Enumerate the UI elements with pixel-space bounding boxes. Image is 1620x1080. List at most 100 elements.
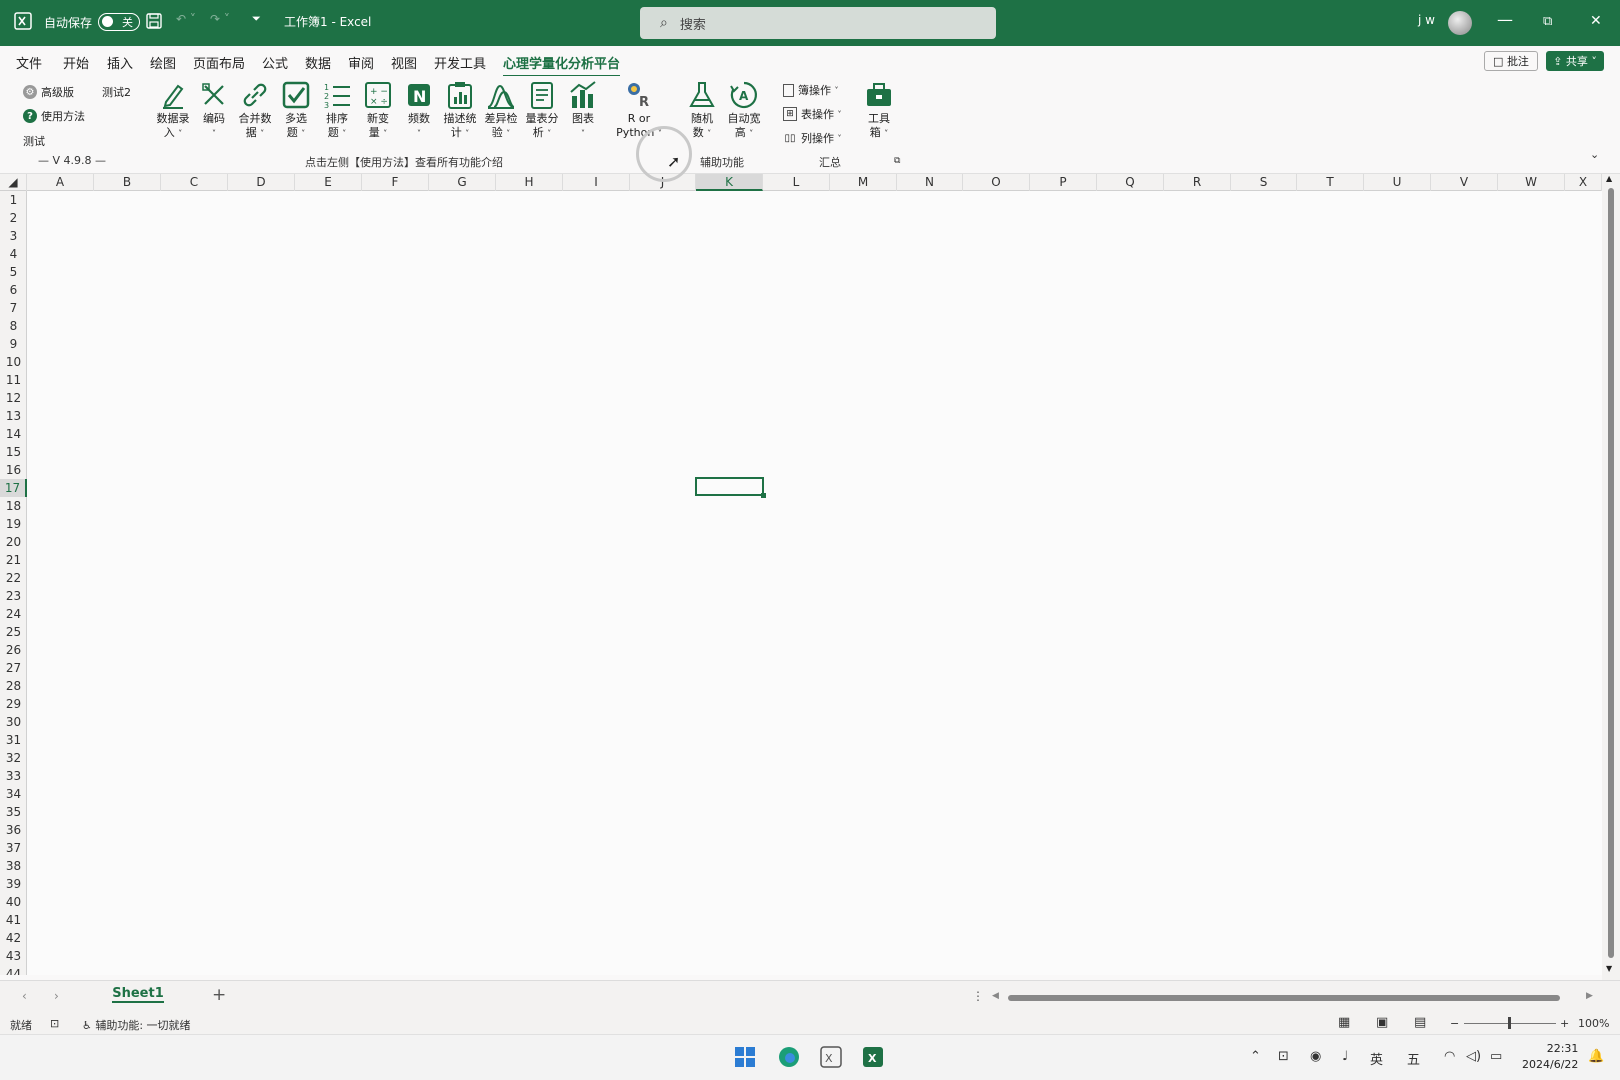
- zoom-out-icon[interactable]: −: [1450, 1017, 1459, 1030]
- tab-file[interactable]: 文件: [16, 53, 42, 72]
- wifi-icon[interactable]: ◠: [1444, 1049, 1455, 1064]
- collapse-ribbon-icon[interactable]: ⌄: [1590, 148, 1599, 161]
- column-header[interactable]: Q: [1097, 174, 1164, 191]
- column-header[interactable]: X: [1565, 174, 1602, 191]
- column-header[interactable]: N: [897, 174, 963, 191]
- column-header[interactable]: B: [94, 174, 161, 191]
- row-header[interactable]: 41: [0, 911, 27, 929]
- tab-draw[interactable]: 绘图: [150, 53, 176, 72]
- worksheet-grid[interactable]: [27, 191, 1602, 975]
- edge-browser-icon[interactable]: [776, 1044, 802, 1070]
- column-header[interactable]: P: [1030, 174, 1097, 191]
- excel-taskbar-icon-2[interactable]: X: [860, 1044, 886, 1070]
- advanced-button[interactable]: ⚙ 高级版: [23, 84, 74, 100]
- column-header[interactable]: M: [830, 174, 897, 191]
- column-header[interactable]: A: [27, 174, 94, 191]
- column-header[interactable]: I: [563, 174, 630, 191]
- sort-question-button[interactable]: 123 排序题 ˅: [316, 80, 358, 141]
- sheet-prev-icon[interactable]: ‹: [22, 989, 27, 1003]
- column-header[interactable]: V: [1431, 174, 1498, 191]
- select-all-corner[interactable]: ◢: [0, 174, 27, 191]
- frequency-button[interactable]: N 频数 ˅: [398, 80, 440, 141]
- row-header[interactable]: 12: [0, 389, 27, 407]
- tray-app-icon[interactable]: ⊡: [1278, 1049, 1289, 1064]
- tray-penguin-icon[interactable]: ◉: [1310, 1049, 1321, 1064]
- row-header[interactable]: 3: [0, 227, 27, 245]
- row-header[interactable]: 42: [0, 929, 27, 947]
- data-entry-button[interactable]: 数据录入 ˅: [152, 80, 194, 141]
- tab-home[interactable]: 开始: [63, 53, 89, 72]
- row-header[interactable]: 32: [0, 749, 27, 767]
- workbook-ops-button[interactable]: 簿操作 ˅: [783, 82, 839, 98]
- row-header[interactable]: 20: [0, 533, 27, 551]
- row-header[interactable]: 10: [0, 353, 27, 371]
- tab-view[interactable]: 视图: [391, 53, 417, 72]
- page-layout-view-icon[interactable]: ▣: [1376, 1015, 1388, 1030]
- row-header[interactable]: 24: [0, 605, 27, 623]
- row-header[interactable]: 14: [0, 425, 27, 443]
- column-header[interactable]: T: [1297, 174, 1364, 191]
- zoom-in-icon[interactable]: +: [1560, 1017, 1569, 1030]
- autofit-button[interactable]: A 自动宽高 ˅: [723, 80, 765, 141]
- new-variable-button[interactable]: + − × ÷ 新变量 ˅: [357, 80, 399, 141]
- row-header[interactable]: 18: [0, 497, 27, 515]
- tab-page-layout[interactable]: 页面布局: [193, 53, 245, 72]
- horizontal-scroll-thumb[interactable]: [1008, 995, 1560, 1001]
- row-header[interactable]: 13: [0, 407, 27, 425]
- row-header[interactable]: 11: [0, 371, 27, 389]
- tab-review[interactable]: 审阅: [348, 53, 374, 72]
- tab-insert[interactable]: 插入: [107, 53, 133, 72]
- column-header[interactable]: F: [362, 174, 429, 191]
- zoom-slider-handle[interactable]: [1508, 1017, 1511, 1029]
- tab-data[interactable]: 数据: [305, 53, 331, 72]
- row-header[interactable]: 30: [0, 713, 27, 731]
- vertical-scroll-thumb[interactable]: [1608, 188, 1614, 958]
- scroll-down-icon[interactable]: ▼: [1606, 964, 1612, 973]
- close-button[interactable]: ✕: [1590, 13, 1602, 29]
- microphone-icon[interactable]: ♩: [1342, 1049, 1348, 1064]
- difference-test-button[interactable]: 差异检验 ˅: [480, 80, 522, 141]
- row-header[interactable]: 22: [0, 569, 27, 587]
- column-ops-button[interactable]: ▯▯ 列操作 ˅: [783, 130, 841, 146]
- row-header[interactable]: 26: [0, 641, 27, 659]
- column-header[interactable]: S: [1231, 174, 1297, 191]
- row-header[interactable]: 25: [0, 623, 27, 641]
- row-header[interactable]: 23: [0, 587, 27, 605]
- tab-psych-platform[interactable]: 心理学量化分析平台: [503, 53, 621, 78]
- usage-button[interactable]: ? 使用方法: [23, 108, 85, 124]
- active-cell[interactable]: [695, 477, 766, 498]
- volume-icon[interactable]: ◁): [1466, 1049, 1481, 1064]
- accessibility-status[interactable]: ♿ 辅助功能: 一切就绪: [82, 1017, 191, 1033]
- sheet-ops-button[interactable]: ⊞ 表操作 ˅: [783, 106, 842, 122]
- random-number-button[interactable]: 随机数 ˅: [681, 80, 723, 141]
- tab-formulas[interactable]: 公式: [262, 53, 288, 72]
- macro-record-icon[interactable]: ⊡: [50, 1017, 59, 1030]
- row-header[interactable]: 35: [0, 803, 27, 821]
- taskbar-clock[interactable]: 22:31 2024/6/22: [1522, 1041, 1578, 1073]
- column-header[interactable]: R: [1164, 174, 1231, 191]
- row-header[interactable]: 16: [0, 461, 27, 479]
- row-header-selected[interactable]: 17: [0, 479, 27, 497]
- multi-choice-button[interactable]: 多选题 ˅: [275, 80, 317, 141]
- column-header[interactable]: W: [1498, 174, 1565, 191]
- column-header[interactable]: L: [763, 174, 830, 191]
- save-icon[interactable]: [146, 13, 162, 29]
- row-header[interactable]: 29: [0, 695, 27, 713]
- row-header[interactable]: 21: [0, 551, 27, 569]
- merge-data-button[interactable]: 合并数据 ˅: [234, 80, 276, 141]
- hscroll-right-icon[interactable]: ▶: [1586, 991, 1593, 1001]
- chart-button[interactable]: 图表 ˅: [562, 80, 604, 141]
- scroll-up-icon[interactable]: ▲: [1606, 174, 1612, 183]
- row-header[interactable]: 19: [0, 515, 27, 533]
- tab-splitter-icon[interactable]: ⋮: [972, 989, 984, 1003]
- zoom-level[interactable]: 100%: [1578, 1017, 1609, 1030]
- ime-mode[interactable]: 五: [1407, 1049, 1420, 1068]
- battery-icon[interactable]: ▭: [1490, 1049, 1502, 1064]
- tray-chevron-icon[interactable]: ⌃: [1250, 1049, 1261, 1064]
- row-header[interactable]: 31: [0, 731, 27, 749]
- share-button[interactable]: ⇪ 共享 ˅: [1546, 51, 1604, 71]
- page-break-view-icon[interactable]: ▤: [1414, 1015, 1426, 1030]
- row-header[interactable]: 2: [0, 209, 27, 227]
- row-header[interactable]: 27: [0, 659, 27, 677]
- row-header[interactable]: 15: [0, 443, 27, 461]
